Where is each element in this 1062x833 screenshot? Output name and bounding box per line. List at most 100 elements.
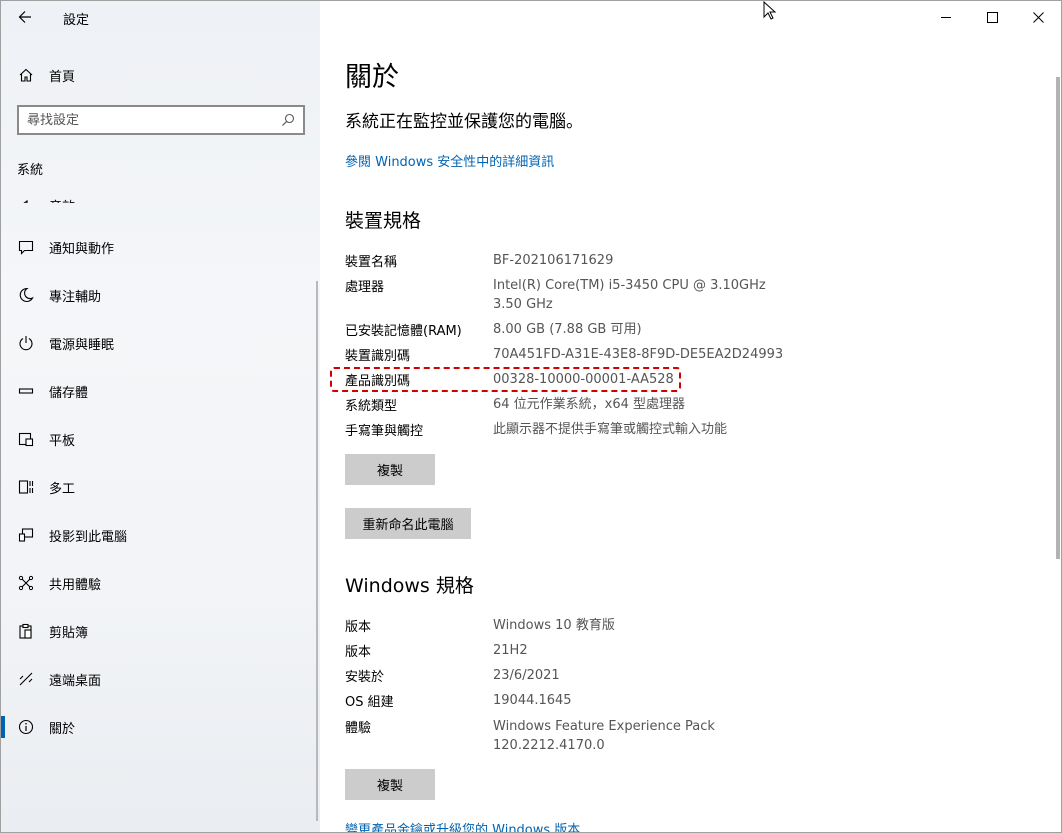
sidebar-item-label: 專注輔助 [49, 289, 102, 305]
spec-key: 手寫筆與觸控 [345, 424, 424, 439]
sidebar-item-label: 儲存體 [49, 385, 89, 401]
maximize-button[interactable] [969, 1, 1015, 33]
spec-row-version: 版本 21H2 [345, 641, 805, 660]
sidebar: 設定 首頁 系統 音效 [1, 1, 320, 832]
sidebar-item-label: 投影到此電腦 [49, 529, 128, 545]
sidebar-item-label: 平板 [49, 433, 76, 449]
speaker-icon [1, 198, 49, 203]
sidebar-item-power[interactable]: 電源與睡眠 [1, 323, 320, 363]
tablet-icon [1, 431, 49, 447]
sidebar-item-project[interactable]: 投影到此電腦 [1, 515, 320, 555]
spec-row-device-id: 裝置識別碼 70A451FD-A31E-43E8-8F9D-DE5EA2D249… [345, 345, 805, 364]
spec-value: 8.00 GB (7.88 GB 可用) [493, 322, 642, 337]
main-content: 關於 系統正在監控並保護您的電腦。 參閱 Windows 安全性中的詳細資訊 裝… [320, 1, 1061, 832]
search-box[interactable] [17, 105, 305, 135]
nav-home[interactable]: 首頁 [1, 57, 320, 93]
spec-value: BF-202106171629 [493, 253, 614, 268]
info-icon [1, 719, 49, 735]
spec-key: 安裝於 [345, 670, 385, 685]
mouse-cursor-icon [763, 1, 777, 20]
spec-value: Windows 10 教育版 [493, 618, 615, 633]
spec-value: 64 位元作業系統，x64 型處理器 [493, 397, 686, 412]
spec-key: 版本 [345, 620, 372, 635]
spec-key: 版本 [345, 645, 372, 660]
sidebar-scrollbar[interactable] [316, 281, 318, 821]
page-title: 關於 [345, 62, 399, 93]
protection-text: 系統正在監控並保護您的電腦。 [345, 112, 583, 132]
spec-row-edition: 版本 Windows 10 教育版 [345, 616, 805, 635]
settings-window: 設定 首頁 系統 音效 [0, 0, 1062, 833]
device-specs-heading: 裝置規格 [345, 210, 422, 232]
section-title: 系統 [17, 163, 44, 178]
spec-row-ram: 已安裝記憶體(RAM) 8.00 GB (7.88 GB 可用) [345, 320, 805, 339]
spec-key: 體驗 [345, 721, 372, 736]
spec-key: 已安裝記憶體(RAM) [345, 324, 462, 339]
storage-icon [1, 383, 49, 399]
home-icon [1, 67, 49, 83]
copy-windows-specs-button[interactable]: 複製 [345, 769, 435, 800]
search-input[interactable] [27, 112, 281, 128]
share-icon [1, 575, 49, 591]
search-icon [282, 113, 295, 126]
spec-key: 系統類型 [345, 399, 398, 414]
spec-value: Intel(R) Core(TM) i5-3450 CPU @ 3.10GHz … [493, 278, 779, 312]
sidebar-item-label: 多工 [49, 481, 76, 497]
nav-home-label: 首頁 [49, 69, 76, 85]
sidebar-item-label: 電源與睡眠 [49, 337, 115, 353]
window-caption-buttons [923, 1, 1061, 33]
product-id-highlight [330, 367, 681, 392]
sidebar-item-notifications[interactable]: 通知與動作 [1, 227, 320, 267]
security-details-link[interactable]: 參閱 Windows 安全性中的詳細資訊 [345, 151, 554, 170]
spec-row-pen-touch: 手寫筆與觸控 此顯示器不提供手寫筆或觸控式輸入功能 [345, 420, 805, 439]
spec-key: OS 組建 [345, 695, 394, 710]
message-icon [1, 239, 49, 255]
spec-value: 21H2 [493, 643, 528, 658]
moon-icon [1, 287, 49, 303]
windows-specs-heading: Windows 規格 [345, 575, 474, 597]
spec-value: 70A451FD-A31E-43E8-8F9D-DE5EA2D24993 [493, 347, 784, 362]
sidebar-item-label: 通知與動作 [49, 241, 115, 257]
sidebar-item-sound[interactable]: 音效 [1, 179, 320, 203]
spec-row-device-name: 裝置名稱 BF-202106171629 [345, 251, 805, 270]
minimize-button[interactable] [923, 1, 969, 33]
sidebar-item-label: 共用體驗 [49, 577, 102, 593]
sidebar-item-label: 遠端桌面 [49, 673, 102, 689]
sidebar-item-label: 關於 [49, 721, 76, 737]
sidebar-item-storage[interactable]: 儲存體 [1, 371, 320, 411]
spec-row-processor: 處理器 Intel(R) Core(TM) i5-3450 CPU @ 3.10… [345, 276, 795, 314]
spec-row-os-build: OS 組建 19044.1645 [345, 691, 805, 710]
sidebar-item-about[interactable]: 關於 [1, 707, 320, 747]
multitask-icon [1, 479, 49, 495]
sidebar-item-multitasking[interactable]: 多工 [1, 467, 320, 507]
spec-value: 此顯示器不提供手寫筆或觸控式輸入功能 [493, 422, 728, 437]
sidebar-item-label: 音效 [49, 196, 75, 203]
change-product-key-link[interactable]: 變更產品金鑰或升級您的 Windows 版本 [345, 819, 580, 832]
sidebar-item-remote-desktop[interactable]: 遠端桌面 [1, 659, 320, 699]
back-arrow-icon [18, 11, 31, 23]
maximize-icon [986, 11, 998, 23]
sidebar-item-tablet[interactable]: 平板 [1, 419, 320, 459]
spec-value: 19044.1645 [493, 693, 572, 708]
power-icon [1, 335, 49, 351]
app-title: 設定 [63, 13, 90, 28]
sidebar-item-shared-experiences[interactable]: 共用體驗 [1, 563, 320, 603]
minimize-icon [940, 16, 951, 18]
spec-row-installed-on: 安裝於 23/6/2021 [345, 666, 805, 685]
clipboard-icon [1, 623, 49, 639]
remote-icon [1, 671, 49, 687]
spec-row-system-type: 系統類型 64 位元作業系統，x64 型處理器 [345, 395, 805, 414]
spec-value: Windows Feature Experience Pack 120.2212… [493, 719, 715, 753]
sidebar-item-focus-assist[interactable]: 專注輔助 [1, 275, 320, 315]
copy-device-specs-button[interactable]: 複製 [345, 454, 435, 485]
close-icon [1032, 11, 1044, 23]
spec-key: 處理器 [345, 280, 385, 295]
back-button[interactable] [11, 5, 39, 29]
spec-value: 23/6/2021 [493, 668, 560, 683]
sidebar-item-clipboard[interactable]: 剪貼簿 [1, 611, 320, 651]
rename-pc-button[interactable]: 重新命名此電腦 [345, 508, 471, 539]
close-button[interactable] [1015, 1, 1061, 33]
nav-list: 音效 通知與動作 專注輔助 電源與睡眠 [1, 179, 320, 832]
spec-key: 裝置名稱 [345, 255, 398, 270]
content-scrollbar[interactable] [1056, 77, 1060, 559]
spec-key: 裝置識別碼 [345, 349, 411, 364]
